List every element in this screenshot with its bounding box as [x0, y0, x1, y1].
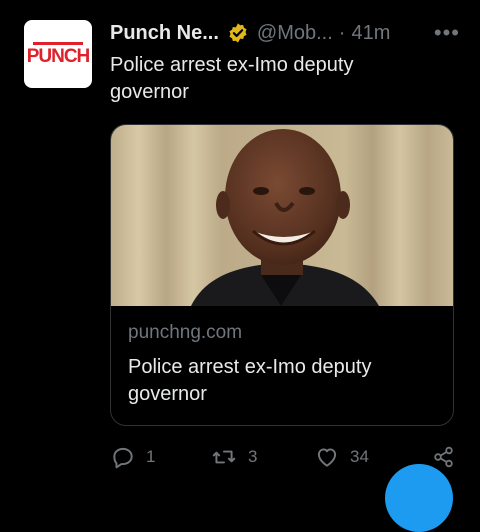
tweet-header: Punch Ne... @Mob... · 41m ••• [110, 20, 460, 46]
reply-count: 1 [146, 447, 156, 466]
author-name[interactable]: Punch Ne... [110, 22, 219, 45]
link-card[interactable]: punchng.com Police arrest ex-Imo deputy … [110, 124, 454, 426]
like-button[interactable]: 34 [314, 442, 369, 472]
tweet-text: Police arrest ex-Imo deputy governor [110, 54, 354, 103]
compose-fab-button[interactable] [385, 464, 453, 532]
verified-badge-icon [229, 23, 247, 43]
punch-logo-bar [33, 42, 83, 45]
card-image [111, 125, 453, 306]
like-count: 34 [350, 447, 369, 466]
reply-button[interactable]: 1 [110, 442, 155, 472]
reply-icon [113, 447, 133, 469]
card-title: Police arrest ex-Imo deputy governor [128, 356, 372, 405]
share-icon [434, 446, 453, 468]
author-handle[interactable]: @Mob... [257, 22, 333, 45]
retweet-button[interactable]: 3 [210, 442, 257, 472]
separator-dot: · [338, 21, 346, 44]
more-options-icon[interactable]: ••• [434, 20, 460, 46]
avatar[interactable]: PUNCH [24, 20, 92, 88]
timestamp[interactable]: 41m [351, 22, 390, 45]
retweet-count: 3 [248, 447, 258, 466]
punch-logo-text: PUNCH [26, 46, 91, 67]
heart-icon [317, 448, 337, 467]
card-domain: punchng.com [128, 322, 243, 343]
retweet-icon [212, 450, 236, 464]
